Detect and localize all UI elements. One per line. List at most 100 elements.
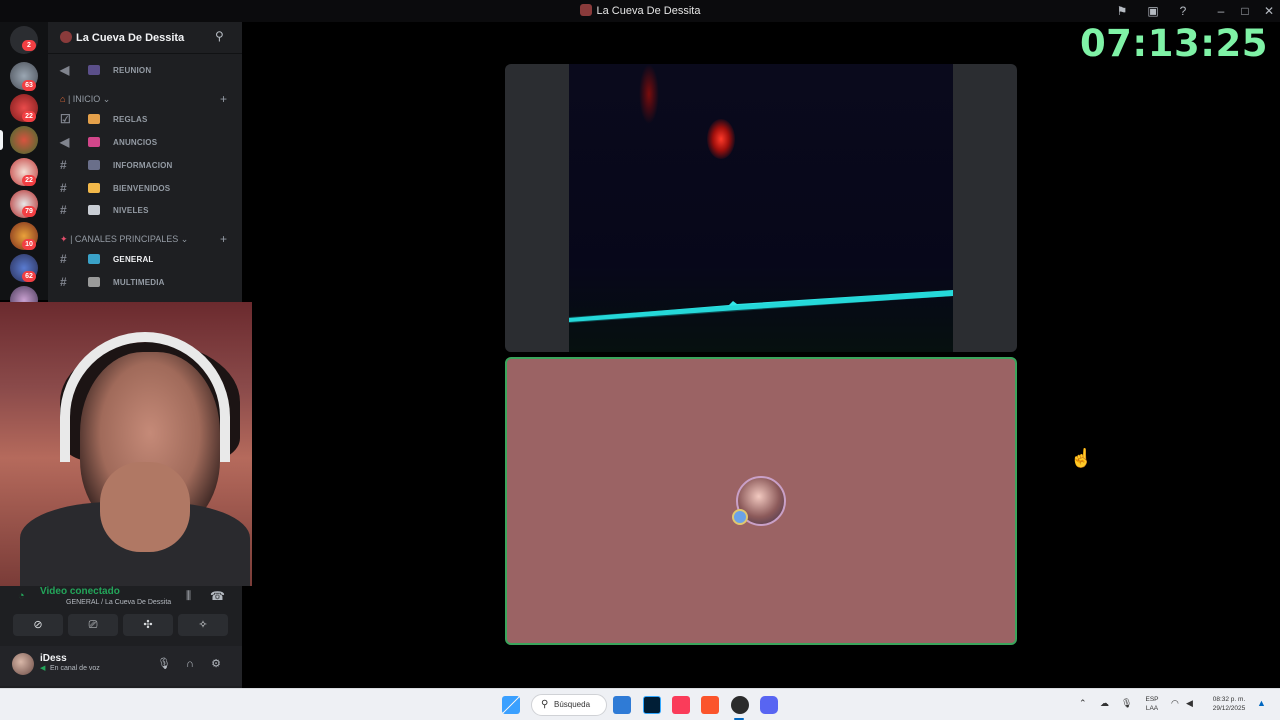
add-member-icon[interactable]: ⚲	[215, 29, 224, 43]
channel-emoji-icon	[88, 205, 100, 215]
server-header[interactable]: La Cueva De Dessita ⌄ ⚲	[48, 22, 242, 54]
badge-6: 62	[22, 271, 36, 282]
create-channel-icon-2[interactable]: +	[220, 232, 227, 246]
taskbar: ⚲ Búsqueda ⌃ ☁ 🎙 ESP LAA ◠ ◀ 08:32 p. m. 29…	[0, 688, 1280, 720]
username: iDess	[40, 653, 67, 664]
mic-tray-icon[interactable]: 🎙	[1121, 698, 1132, 709]
rules-icon: ☑	[60, 112, 71, 126]
channel-reunion[interactable]: ◀ REUNION	[48, 60, 242, 80]
globe-emoji-icon	[88, 254, 100, 264]
discord-icon[interactable]	[760, 696, 778, 714]
wifi-icon[interactable]: ◠	[1171, 698, 1179, 709]
channel-emoji-icon	[88, 65, 100, 75]
server-rail: 2 63 22 22 79 10 62	[0, 22, 48, 314]
chevron-up-icon[interactable]: ⌃	[1079, 698, 1087, 709]
language-indicator[interactable]: ESP LAA	[1142, 695, 1162, 713]
badge-4: 79	[22, 206, 36, 217]
notification-bell-icon[interactable]: ▲	[1257, 698, 1266, 708]
badge-2: 22	[22, 111, 36, 122]
category-canales-principales[interactable]: ✦ | CANALES PRINCIPALES ⌄	[60, 234, 188, 245]
help-icon[interactable]: ?	[1175, 3, 1191, 19]
badge-3: 22	[22, 175, 36, 186]
soundboard-button[interactable]: ✧	[178, 614, 228, 636]
hash-icon: #	[60, 252, 67, 266]
stream-timer: 07:13:25	[1079, 22, 1268, 65]
close-button[interactable]: ✕	[1261, 3, 1277, 19]
channel-sidebar: La Cueva De Dessita ⌄ ⚲ ◀ REUNION ⌂ | IN…	[48, 22, 242, 302]
stream-video	[569, 64, 953, 352]
brave-browser-icon[interactable]	[701, 696, 719, 714]
hash-icon: #	[60, 181, 67, 195]
mic-icon[interactable]: 🎙	[157, 657, 171, 671]
user-status: En canal de voz	[50, 665, 100, 672]
volume-icon[interactable]: ◀	[1186, 698, 1193, 709]
user-panel: iDess ◀ En canal de voz 🎙 ∩ ⚙	[0, 646, 242, 686]
screen-share-icon[interactable]: ▣	[1145, 3, 1161, 19]
pin-icon: ✦	[60, 234, 68, 244]
channel-general[interactable]: # GENERAL	[48, 249, 242, 269]
signal-icon: ◔	[18, 590, 25, 602]
maximize-button[interactable]: □	[1237, 3, 1253, 19]
voice-status-icon: ◀	[40, 665, 46, 672]
selected-server-pill	[0, 130, 3, 150]
voice-panel: ◔ Video conectado GENERAL / La Cueva De …	[0, 586, 242, 688]
channel-bienvenidos[interactable]: # BIENVENIDOS	[48, 178, 242, 198]
gear-icon[interactable]: ⚙	[209, 657, 223, 671]
minimize-button[interactable]: –	[1213, 3, 1229, 19]
obs-icon[interactable]	[731, 696, 749, 714]
video-tile-stream[interactable]	[505, 64, 1017, 352]
photoshop-icon[interactable]	[643, 696, 661, 714]
channel-reglas[interactable]: ☑ REGLAS	[48, 109, 242, 129]
cyan-led-strip	[569, 290, 953, 323]
disconnect-icon[interactable]: ☎	[210, 589, 225, 603]
avatar[interactable]	[12, 653, 34, 675]
voice-location[interactable]: GENERAL / La Cueva De Dessita	[66, 599, 171, 606]
store-icon[interactable]	[613, 696, 631, 714]
video-tile-user[interactable]	[505, 357, 1017, 645]
noise-suppression-icon[interactable]: ⫼	[186, 590, 191, 603]
hash-icon: #	[60, 158, 67, 172]
house-icon: ⌂	[60, 94, 66, 104]
taskbar-search[interactable]: ⚲ Búsqueda	[531, 694, 607, 716]
channel-emoji-icon	[88, 114, 100, 124]
headphones-icon[interactable]: ∩	[183, 657, 197, 671]
channel-niveles[interactable]: # NIVELES	[48, 200, 242, 220]
cloud-icon[interactable]: ☁	[1100, 698, 1109, 709]
channel-informacion[interactable]: # INFORMACION	[48, 155, 242, 175]
wave-emoji-icon	[88, 183, 100, 193]
create-channel-icon[interactable]: +	[220, 92, 227, 106]
hash-icon: #	[60, 275, 67, 289]
hand-cursor-icon: ☝	[1070, 448, 1093, 468]
inbox-icon[interactable]: ⚑	[1114, 3, 1130, 19]
camera-off-button[interactable]: ⊘	[13, 614, 63, 636]
search-icon: ⚲	[541, 699, 549, 710]
voice-status: Video conectado	[40, 586, 120, 597]
clock[interactable]: 08:32 p. m. 29/12/2025	[1204, 695, 1254, 713]
server-icon-current[interactable]	[10, 126, 38, 154]
hash-icon: #	[60, 203, 67, 217]
badge-home: 2	[22, 40, 36, 51]
channel-multimedia[interactable]: # MULTIMEDIA	[48, 272, 242, 292]
stage-icon: ◀	[60, 63, 70, 77]
badge-1: 63	[22, 80, 36, 91]
badge-5: 10	[22, 239, 36, 250]
webcam-hand	[100, 462, 190, 552]
title-bar: La Cueva De Dessita ⚑ ▣ ? – □ ✕	[0, 0, 1280, 22]
webcam-overlay	[0, 302, 252, 586]
server-avatar-icon	[60, 31, 72, 43]
avatar-decoration-icon	[732, 509, 748, 525]
headset-shape	[60, 332, 230, 462]
screen-share-button[interactable]: ⎚	[68, 614, 118, 636]
chevron-down-icon: ⌄	[176, 31, 184, 41]
channel-emoji-icon	[88, 160, 100, 170]
channel-emoji-icon	[88, 277, 100, 287]
server-icon	[579, 4, 592, 16]
activities-button[interactable]: ✣	[123, 614, 173, 636]
channel-anuncios[interactable]: ◀ ANUNCIOS	[48, 132, 242, 152]
megaphone-icon: ◀	[60, 135, 70, 149]
channel-emoji-icon	[88, 137, 100, 147]
windows-start-icon[interactable]	[502, 696, 520, 714]
category-inicio[interactable]: ⌂ | INICIO ⌄	[60, 94, 110, 105]
music-icon[interactable]	[672, 696, 690, 714]
server-name: La Cueva De Dessita	[76, 32, 185, 44]
